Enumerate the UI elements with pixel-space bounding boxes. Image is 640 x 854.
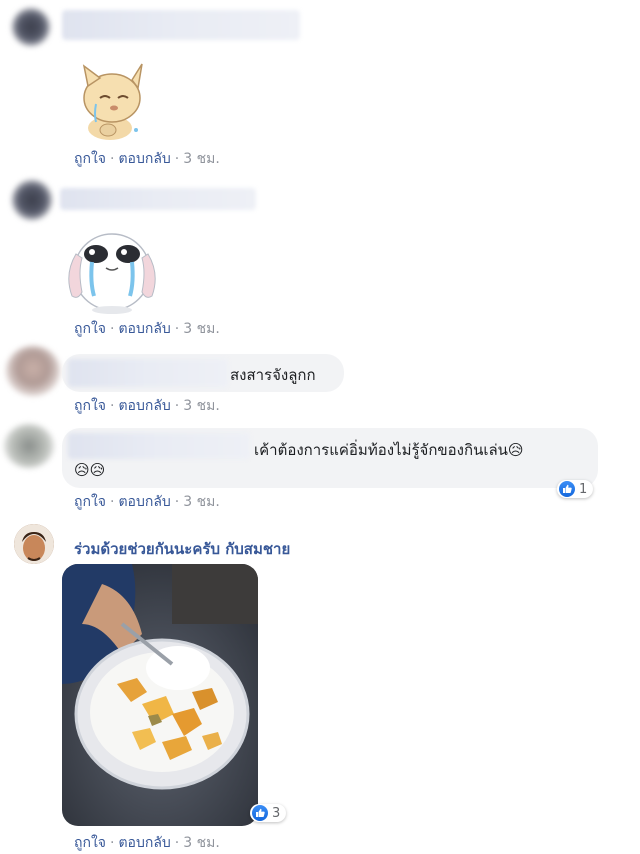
separator: ·: [174, 151, 180, 167]
reply-link[interactable]: ตอบกลับ: [118, 398, 170, 414]
separator: ·: [110, 398, 115, 414]
comment-text: สงสารจังลูกก: [230, 366, 316, 384]
comment-actions: ถูกใจ · ตอบกลับ · 3 ชม.: [74, 148, 220, 170]
separator: ·: [110, 835, 115, 851]
comment-actions: ถูกใจ · ตอบกลับ · 3 ชม.: [74, 395, 220, 417]
reaction-number: 1: [579, 481, 588, 497]
like-link[interactable]: ถูกใจ: [74, 494, 106, 510]
timestamp[interactable]: 3 ชม.: [183, 151, 220, 167]
commenter-avatar[interactable]: [14, 524, 54, 564]
timestamp[interactable]: 3 ชม.: [183, 494, 220, 510]
commenter-avatar[interactable]: [12, 180, 52, 220]
commenter-name-blurred[interactable]: [60, 188, 256, 210]
commenter-avatar[interactable]: [4, 424, 54, 468]
separator: ·: [174, 835, 180, 851]
timestamp[interactable]: 3 ชม.: [183, 398, 220, 414]
comment-actions: ถูกใจ · ตอบกลับ · 3 ชม.: [74, 318, 220, 340]
separator: ·: [174, 494, 180, 510]
commenter-name-blurred[interactable]: [68, 433, 250, 459]
reaction-count[interactable]: 1: [557, 480, 594, 498]
like-link[interactable]: ถูกใจ: [74, 835, 106, 851]
reply-link[interactable]: ตอบกลับ: [118, 321, 170, 337]
separator: ·: [110, 321, 115, 337]
reaction-number: 3: [272, 805, 281, 821]
commenter-avatar[interactable]: [6, 346, 60, 396]
like-link[interactable]: ถูกใจ: [74, 321, 106, 337]
avatar-face-icon: [14, 524, 54, 564]
food-bowl-photo[interactable]: [62, 564, 258, 826]
reply-link[interactable]: ตอบกลับ: [118, 835, 170, 851]
separator: ·: [174, 321, 180, 337]
timestamp[interactable]: 3 ชม.: [183, 321, 220, 337]
commenter-name-blurred[interactable]: [62, 10, 300, 40]
comment-author[interactable]: ร่วมด้วยช่วยกันนะครับ กับสมชาย: [74, 537, 290, 561]
crying-cat-sticker: [82, 63, 143, 140]
commenter-avatar[interactable]: [12, 8, 50, 46]
timestamp[interactable]: 3 ชม.: [183, 835, 220, 851]
like-icon: [252, 805, 268, 821]
commenter-name-blurred[interactable]: [68, 359, 228, 387]
separator: ·: [174, 398, 180, 414]
reaction-count[interactable]: 3: [250, 804, 287, 822]
comment-bubble: สงสารจังลูกก: [62, 354, 344, 392]
like-link[interactable]: ถูกใจ: [74, 398, 106, 414]
comment-emoji: 😥😥: [74, 461, 106, 479]
like-link[interactable]: ถูกใจ: [74, 151, 106, 167]
comment-text: เค้าต้องการแค่อิ่มท้องไม่รู้จักของกินเล่…: [254, 441, 524, 459]
reply-link[interactable]: ตอบกลับ: [118, 494, 170, 510]
comment-bubble: เค้าต้องการแค่อิ่มท้องไม่รู้จักของกินเล่…: [62, 428, 598, 488]
comment-actions: ถูกใจ · ตอบกลับ · 3 ชม.: [74, 491, 220, 513]
crying-bunny-sticker: [68, 233, 156, 314]
separator: ·: [110, 151, 115, 167]
like-icon: [559, 481, 575, 497]
reply-link[interactable]: ตอบกลับ: [118, 151, 170, 167]
separator: ·: [110, 494, 115, 510]
comment-actions: ถูกใจ · ตอบกลับ · 3 ชม.: [74, 832, 220, 854]
